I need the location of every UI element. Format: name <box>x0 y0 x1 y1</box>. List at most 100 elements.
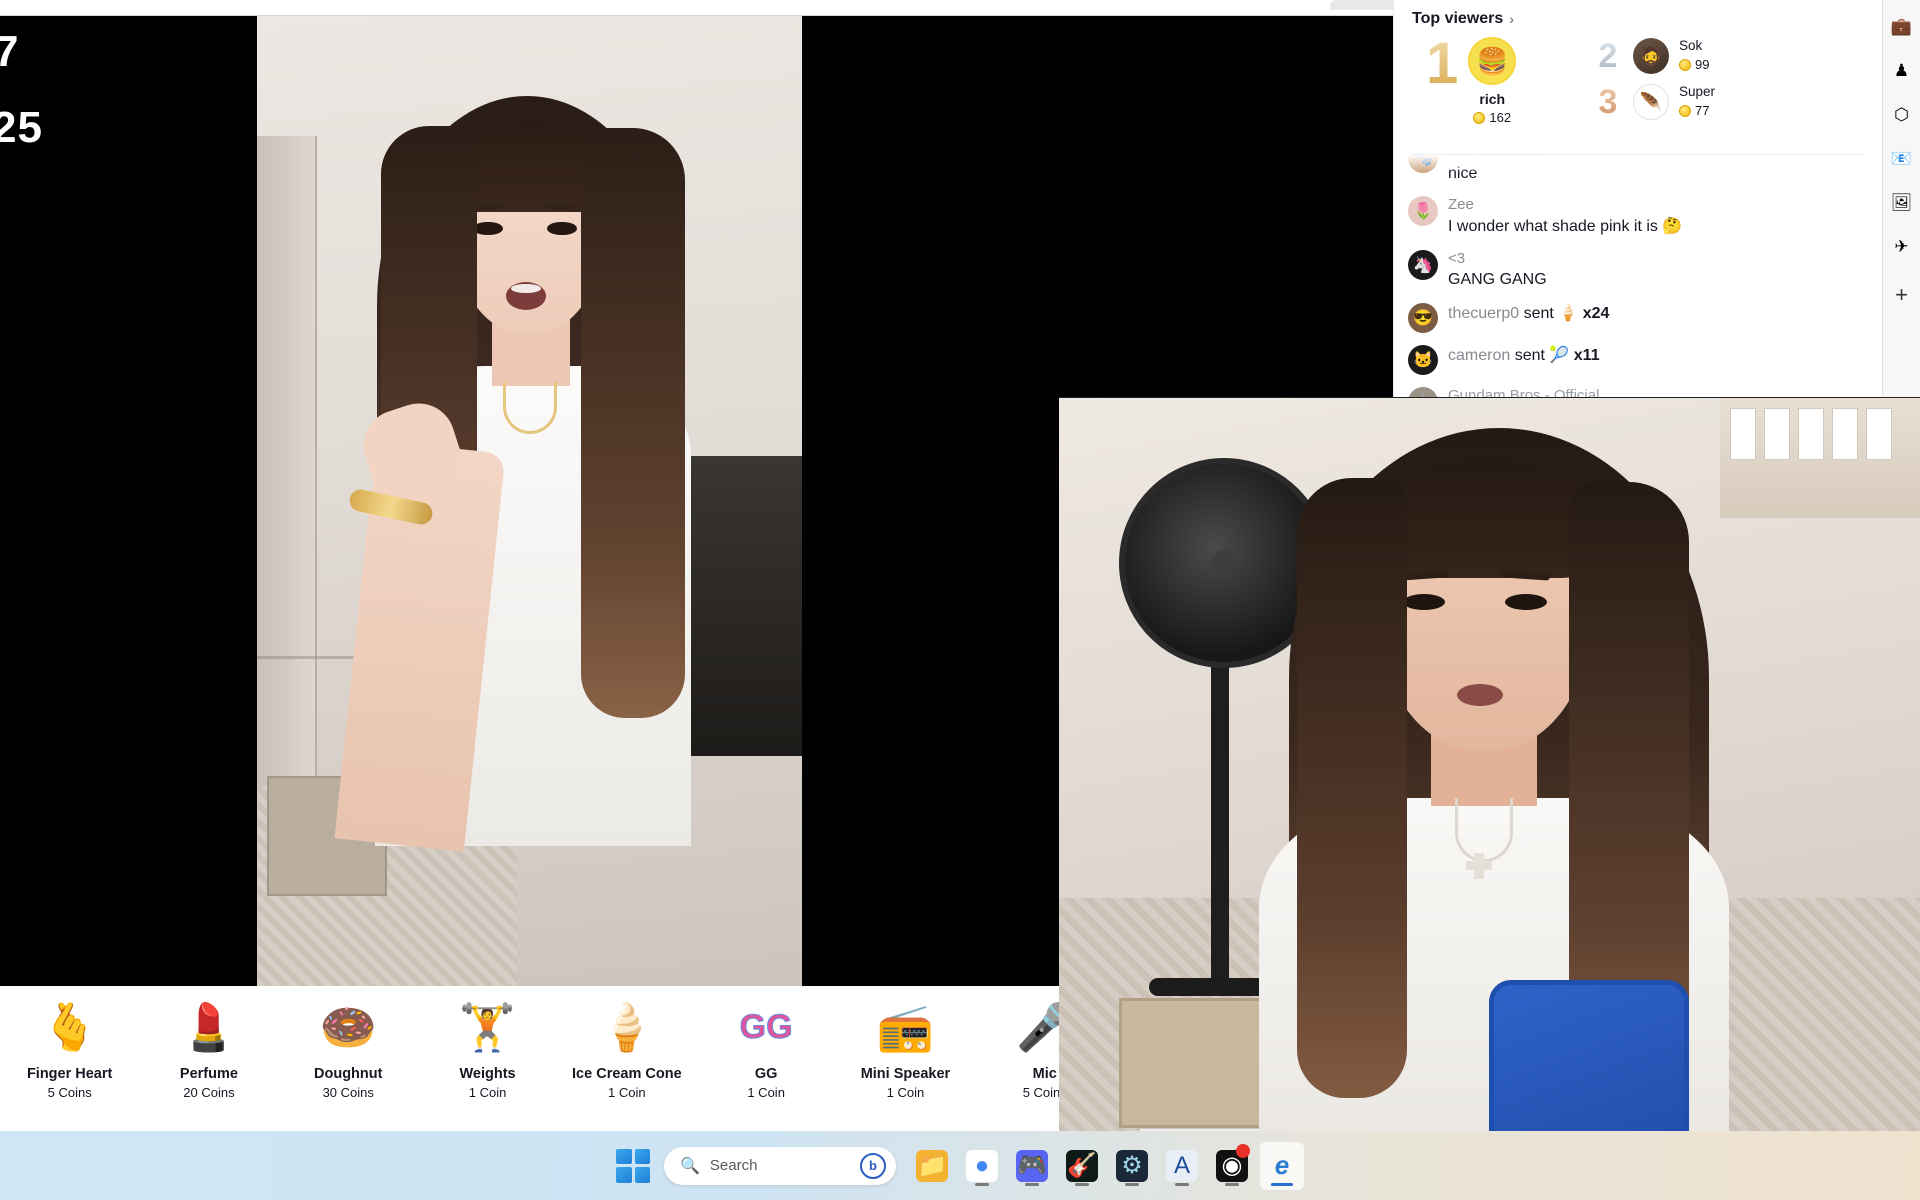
mini-speaker-gift: 📻 <box>876 1001 935 1053</box>
rank-3-coins: 77 <box>1679 103 1715 119</box>
obs-card <box>1798 408 1824 460</box>
top-viewers-board: 1 🍔 rich 162 2 🧔 Sok 99 3 🪶 Super 77 <box>1394 34 1882 154</box>
obs-card <box>1866 408 1892 460</box>
top-viewers-rank-2-3: 2 🧔 Sok 99 3 🪶 Super 77 <box>1593 34 1868 144</box>
chevron-right-icon[interactable]: › <box>1509 11 1514 27</box>
google-chrome-icon: ● <box>966 1149 998 1182</box>
room-door <box>257 136 317 836</box>
gift-cost: 1 Coin <box>747 1085 785 1100</box>
top-viewer-rank-2[interactable]: 2 🧔 Sok 99 <box>1593 38 1868 74</box>
chat-gift-line: cameron sent 🎾 x11 <box>1448 345 1868 367</box>
chat-message[interactable]: 🌷 Zee I wonder what shade pink it is 🤔 <box>1408 196 1868 237</box>
person-avatar-icon[interactable]: 🧔 <box>1633 38 1669 74</box>
outlook-icon[interactable]: 📧 <box>1889 146 1915 172</box>
drop-send-icon[interactable]: ✈ <box>1889 234 1915 260</box>
gift-item-perfume-gift[interactable]: 💄 Perfume 20 Coins <box>139 986 278 1100</box>
obs-card <box>1730 408 1756 460</box>
taskbar-app-google-chrome[interactable]: ● <box>960 1142 1004 1190</box>
chat-message-list[interactable]: 🐾harrisonbrock0nice🌷ZeeI wonder what sha… <box>1394 155 1882 403</box>
gift-name: Doughnut <box>314 1066 383 1082</box>
app-running-indicator <box>975 1182 989 1186</box>
search-icon: 🔍 <box>680 1157 700 1175</box>
burger-avatar-icon[interactable]: 🍔 <box>1468 37 1517 85</box>
browser-chrome-strip <box>0 0 1410 16</box>
taskbar-app-file-explorer[interactable]: 📁 <box>910 1142 954 1190</box>
chat-avatar[interactable]: 🦄 <box>1408 249 1438 280</box>
chat-avatar[interactable]: 🐱 <box>1408 345 1438 376</box>
file-explorer-icon: 📁 <box>916 1149 948 1182</box>
gift-item-weights-gift[interactable]: 🏋 Weights 1 Coin <box>418 986 557 1100</box>
tools-briefcase-icon[interactable]: 💼 <box>1889 14 1915 40</box>
chat-message[interactable]: 😎 thecuerp0 sent 🍦 x24 <box>1408 303 1868 334</box>
top-viewer-rank-1[interactable]: 1 🍔 rich 162 <box>1408 34 1593 144</box>
gift-name: Perfume <box>179 1066 238 1082</box>
obs-webcam-overlay[interactable] <box>1059 397 1920 1200</box>
gg-gift: GG <box>739 1008 793 1047</box>
search-input[interactable]: 🔍 Search b <box>664 1146 896 1185</box>
chat-gift-icon: 🎾 <box>1549 347 1570 365</box>
gift-item-mini-speaker-gift[interactable]: 📻 Mini Speaker 1 Coin <box>836 986 975 1100</box>
feather-avatar-icon[interactable]: 🪶 <box>1633 84 1669 120</box>
chat-text: I wonder what shade pink it is 🤔 <box>1448 218 1683 236</box>
rank-3-coin-value: 77 <box>1695 103 1710 119</box>
host-eye-right <box>547 222 577 235</box>
gift-item-finger-heart-gift[interactable]: 🫰 Finger Heart 5 Coins <box>0 986 139 1100</box>
host-necklace <box>503 382 557 434</box>
taskbar-app-obs-studio[interactable]: ◉ <box>1210 1142 1254 1190</box>
copilot-icon[interactable]: ⬡ <box>1889 102 1915 128</box>
ice-cream-cone-gift: 🍦 <box>598 1001 656 1053</box>
coin-icon <box>1473 111 1486 124</box>
stream-counter-line1: 7 <box>0 27 20 76</box>
taskbar-app-font-viewer[interactable]: A <box>1160 1142 1204 1190</box>
obs-cardboard-box <box>1119 998 1279 1128</box>
weights-gift: 🏋 <box>458 1001 517 1053</box>
rank-1-coins: 162 <box>1468 110 1516 125</box>
chat-gift-multiplier: x11 <box>1573 347 1600 365</box>
host-hair-right <box>581 128 685 718</box>
gift-item-ice-cream-cone-gift[interactable]: 🍦 Ice Cream Cone 1 Coin <box>557 986 696 1100</box>
bing-copilot-icon[interactable]: b <box>860 1152 886 1179</box>
obs-hair-left <box>1297 478 1407 1098</box>
app-running-indicator <box>1175 1182 1189 1186</box>
search-placeholder: Search <box>709 1157 758 1174</box>
chat-fade-mask <box>1394 155 1882 173</box>
add-sidebar-app-button[interactable]: + <box>1889 282 1915 308</box>
taskbar-app-microsoft-edge[interactable]: e <box>1260 1141 1304 1190</box>
host-video[interactable] <box>257 16 802 986</box>
gift-item-gg-gift[interactable]: GG GG 1 Coin <box>696 986 835 1101</box>
gift-cost: 5 Coins <box>47 1085 92 1100</box>
obs-recording-badge <box>1236 1143 1250 1158</box>
gift-cost: 1 Coin <box>468 1085 507 1100</box>
chat-avatar[interactable]: 🌷 <box>1408 196 1438 227</box>
obs-mouth <box>1457 684 1503 706</box>
top-viewers-header[interactable]: Top viewers › <box>1394 0 1882 34</box>
top-viewer-rank-3[interactable]: 3 🪶 Super 77 <box>1593 84 1868 120</box>
taskbar-app-guitar-tuner[interactable]: 🎸 <box>1060 1142 1104 1190</box>
image-creator-icon[interactable]: 🖼 <box>1889 190 1915 216</box>
games-chess-icon[interactable]: ♟ <box>1889 58 1915 84</box>
gift-name: Finger Heart <box>26 1066 113 1082</box>
chat-username: <3 <box>1448 249 1466 267</box>
gift-cost: 1 Coin <box>886 1085 925 1100</box>
rank-2-numeral: 2 <box>1593 38 1623 74</box>
chat-gift-action: sent <box>1523 305 1554 323</box>
chat-avatar[interactable]: 😎 <box>1408 303 1438 334</box>
chat-username: Zee <box>1448 196 1474 214</box>
obs-necklace <box>1455 798 1513 862</box>
chat-text: GANG GANG <box>1448 271 1547 289</box>
obs-eye-left <box>1403 594 1445 610</box>
taskbar-app-steam[interactable]: ⚙ <box>1110 1142 1154 1190</box>
top-viewers-title: Top viewers <box>1412 10 1504 27</box>
taskbar-app-discord[interactable]: 🎮 <box>1010 1142 1054 1190</box>
windows-taskbar[interactable]: 🔍 Search b 📁 ● 🎮 🎸 ⚙ A ◉ e <box>0 1131 1920 1200</box>
chat-username: cameron <box>1448 347 1511 365</box>
chat-message[interactable]: 🐱 cameron sent 🎾 x11 <box>1408 345 1868 376</box>
obs-cross-pendant <box>1466 853 1492 879</box>
rank-2-coins: 99 <box>1679 57 1709 73</box>
windows-start-icon[interactable] <box>616 1148 650 1183</box>
rank-2-coin-value: 99 <box>1695 57 1710 73</box>
gift-item-doughnut-gift[interactable]: 🍩 Doughnut 30 Coins <box>279 986 418 1100</box>
gift-name: GG <box>754 1066 778 1082</box>
chat-message[interactable]: 🦄 <3 GANG GANG <box>1408 249 1868 291</box>
rank-1-name: rich <box>1479 91 1506 107</box>
